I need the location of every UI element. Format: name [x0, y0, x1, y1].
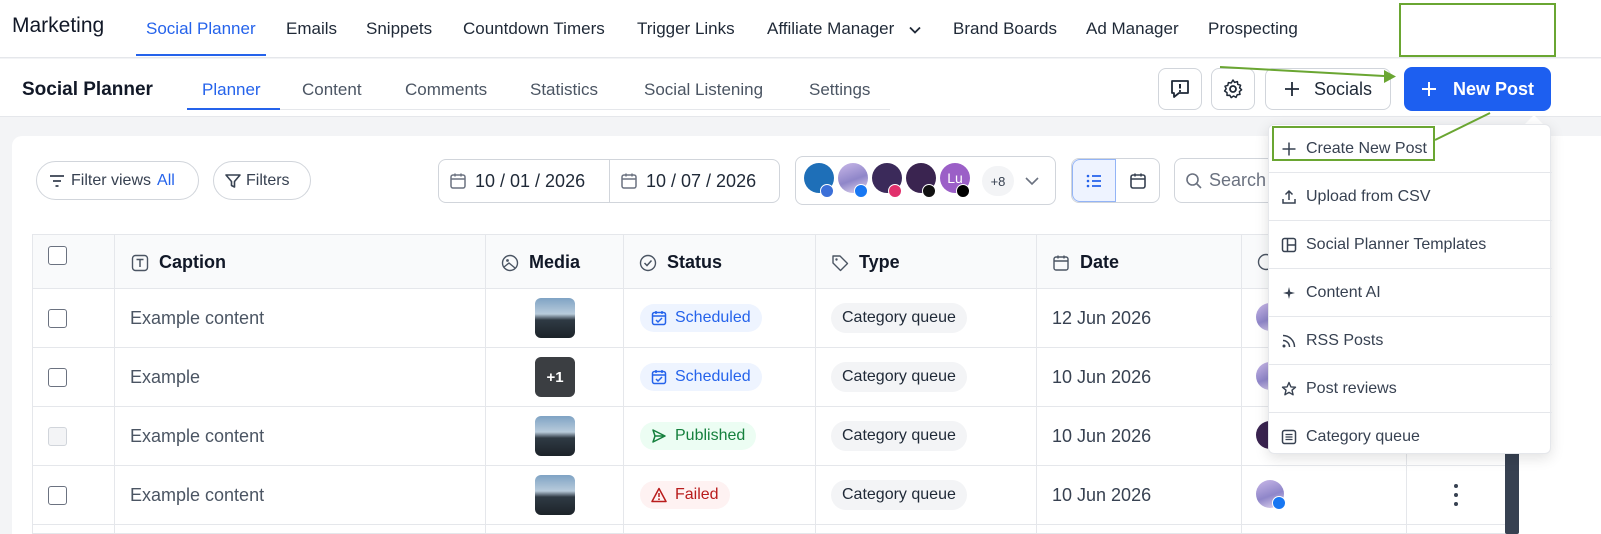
- annotation-arrows: [1219, 66, 1491, 141]
